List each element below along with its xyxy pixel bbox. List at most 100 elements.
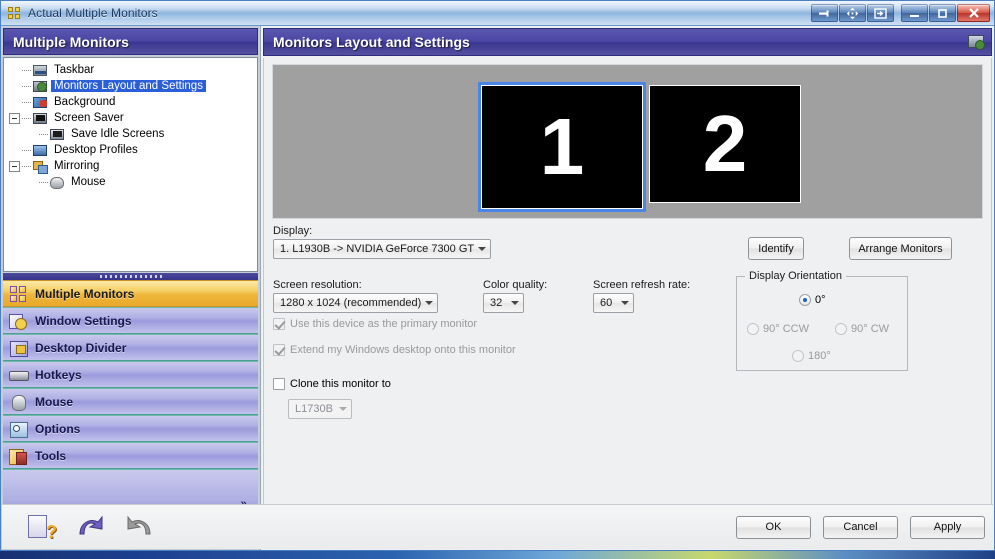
orientation-radio-180[interactable]: 180° (792, 350, 831, 362)
dialog-footer: OK Cancel Apply (2, 504, 993, 549)
footer-buttons: OK Cancel Apply (736, 515, 985, 539)
primary-monitor-checkbox[interactable]: Use this device as the primary monitor (273, 318, 477, 330)
sidebar-item-options[interactable]: Options (3, 415, 258, 442)
display-label: Display: (273, 225, 313, 237)
display-select-value: 1. L1930B -> NVIDIA GeForce 7300 GT (280, 243, 474, 255)
screen-refresh-rate-select[interactable]: 60 (593, 293, 634, 313)
close-button[interactable] (957, 4, 990, 22)
sidebar-item-window-settings[interactable]: Window Settings (3, 307, 258, 334)
apply-button-label: Apply (933, 521, 962, 533)
orientation-radio-0[interactable]: 0° (799, 294, 826, 306)
sidebar-item-label: Window Settings (35, 313, 132, 328)
display-select[interactable]: 1. L1930B -> NVIDIA GeForce 7300 GT (273, 239, 491, 259)
orientation-radio-90ccw[interactable]: 90° CCW (747, 323, 809, 335)
sidebar-splitter[interactable] (3, 273, 258, 280)
cancel-button[interactable]: Cancel (823, 515, 898, 539)
monitor-number: 1 (539, 102, 585, 191)
tree-item-label: Monitors Layout and Settings (51, 80, 206, 92)
desktop-divider-icon (9, 339, 28, 357)
multiple-monitors-icon (9, 285, 28, 303)
tree-item-label: Mirroring (54, 160, 100, 172)
orientation-radio-90cw[interactable]: 90° CW (835, 323, 889, 335)
sidebar-item-label: Multiple Monitors (35, 286, 135, 301)
page-title: Monitors Layout and Settings (273, 34, 470, 50)
screen-resolution-select[interactable]: 1280 x 1024 (recommended) (273, 293, 438, 313)
desktop-profiles-icon (33, 145, 47, 156)
sidebar-item-multiple-monitors[interactable]: Multiple Monitors (3, 280, 258, 307)
app-icon (8, 6, 22, 20)
main-panel-header: Monitors Layout and Settings (263, 28, 992, 56)
orientation-label: 90° CCW (763, 323, 809, 335)
radio-dot (792, 350, 804, 362)
tree-item-save-idle-screens[interactable]: Save Idle Screens (4, 126, 257, 142)
apply-button[interactable]: Apply (910, 515, 985, 539)
clone-target-value: L1730B (295, 403, 333, 415)
main-panel: Monitors Layout and Settings 1 2 Display… (261, 26, 994, 550)
tree-item-desktop-profiles[interactable]: Desktop Profiles (4, 142, 257, 158)
mirroring-icon (33, 160, 48, 174)
screen-refresh-rate-label: Screen refresh rate: (593, 279, 691, 291)
clone-target-select[interactable]: L1730B (288, 399, 352, 419)
monitor-preview-2[interactable]: 2 (649, 85, 801, 203)
radio-dot (835, 323, 847, 335)
display-orientation-group: Display Orientation 0° 90° CCW 90° CW 18… (736, 270, 908, 371)
checkbox-box (273, 344, 285, 356)
arrange-monitors-button[interactable]: Arrange Monitors (849, 237, 952, 260)
mouse-icon (50, 176, 64, 189)
footer-tools (28, 513, 154, 541)
tree-item-label: Screen Saver (54, 112, 124, 124)
tree-expander-mirroring[interactable] (9, 160, 20, 172)
tree-item-background[interactable]: Background (4, 94, 257, 110)
redo-button[interactable] (124, 513, 154, 541)
hotkeys-icon (9, 366, 29, 384)
ok-button[interactable]: OK (736, 515, 811, 539)
tree-item-label: Taskbar (54, 64, 95, 76)
undo-button[interactable] (76, 513, 106, 541)
tree-item-taskbar[interactable]: Taskbar (4, 62, 257, 78)
tree-item-label: Save Idle Screens (71, 128, 165, 140)
tree-item-label: Desktop Profiles (54, 144, 138, 156)
sidebar-item-desktop-divider[interactable]: Desktop Divider (3, 334, 258, 361)
tree-item-mirroring[interactable]: Mirroring (4, 158, 257, 174)
tree-connector (21, 158, 33, 174)
title-bar[interactable]: Actual Multiple Monitors (1, 1, 994, 26)
clone-monitor-checkbox[interactable]: Clone this monitor to (273, 378, 391, 390)
tree-connector (38, 174, 50, 190)
help-button[interactable] (28, 513, 58, 541)
orientation-label: 180° (808, 350, 831, 362)
arrange-button-label: Arrange Monitors (858, 242, 943, 255)
extend-desktop-label: Extend my Windows desktop onto this moni… (290, 344, 516, 356)
sidebar-header: Multiple Monitors (3, 28, 258, 55)
sidebar-item-label: Mouse (35, 394, 74, 409)
pin-window-button[interactable] (811, 4, 838, 22)
identify-button[interactable]: Identify (748, 237, 804, 260)
monitor-layout-preview[interactable]: 1 2 (272, 64, 983, 219)
color-quality-select[interactable]: 32 (483, 293, 524, 313)
minimize-button[interactable] (901, 4, 928, 22)
move-window-button[interactable] (839, 4, 866, 22)
sidebar-item-hotkeys[interactable]: Hotkeys (3, 361, 258, 388)
sidebar-item-tools[interactable]: Tools (3, 442, 258, 469)
extend-desktop-checkbox[interactable]: Extend my Windows desktop onto this moni… (273, 344, 516, 356)
tree-expander-screen-saver[interactable] (9, 112, 20, 124)
screen-resolution-value: 1280 x 1024 (recommended) (280, 297, 421, 309)
chevron-down-icon (474, 247, 490, 251)
application-window: Actual Multiple Monitors Multiple Monito… (0, 0, 995, 551)
tree-item-screen-saver[interactable]: Screen Saver (4, 110, 257, 126)
sidebar-item-mouse[interactable]: Mouse (3, 388, 258, 415)
send-to-monitor-button[interactable] (867, 4, 894, 22)
tree-item-monitors-layout-and-settings[interactable]: Monitors Layout and Settings (4, 78, 257, 94)
monitor-preview-1[interactable]: 1 (478, 82, 646, 212)
maximize-button[interactable] (929, 4, 956, 22)
sidebar-item-label: Hotkeys (35, 367, 82, 382)
tree-item-mouse[interactable]: Mouse (4, 174, 257, 190)
chevron-down-icon (421, 301, 437, 305)
splitter-grip (99, 275, 162, 278)
screen-refresh-rate-value: 60 (600, 297, 613, 309)
settings-tree[interactable]: Taskbar Monitors Layout and Settings Bac… (3, 57, 258, 272)
tools-icon (9, 447, 28, 465)
radio-dot (799, 294, 811, 306)
orientation-label: 90° CW (851, 323, 890, 335)
mouse-icon (9, 393, 28, 411)
save-idle-screens-icon (50, 129, 64, 140)
